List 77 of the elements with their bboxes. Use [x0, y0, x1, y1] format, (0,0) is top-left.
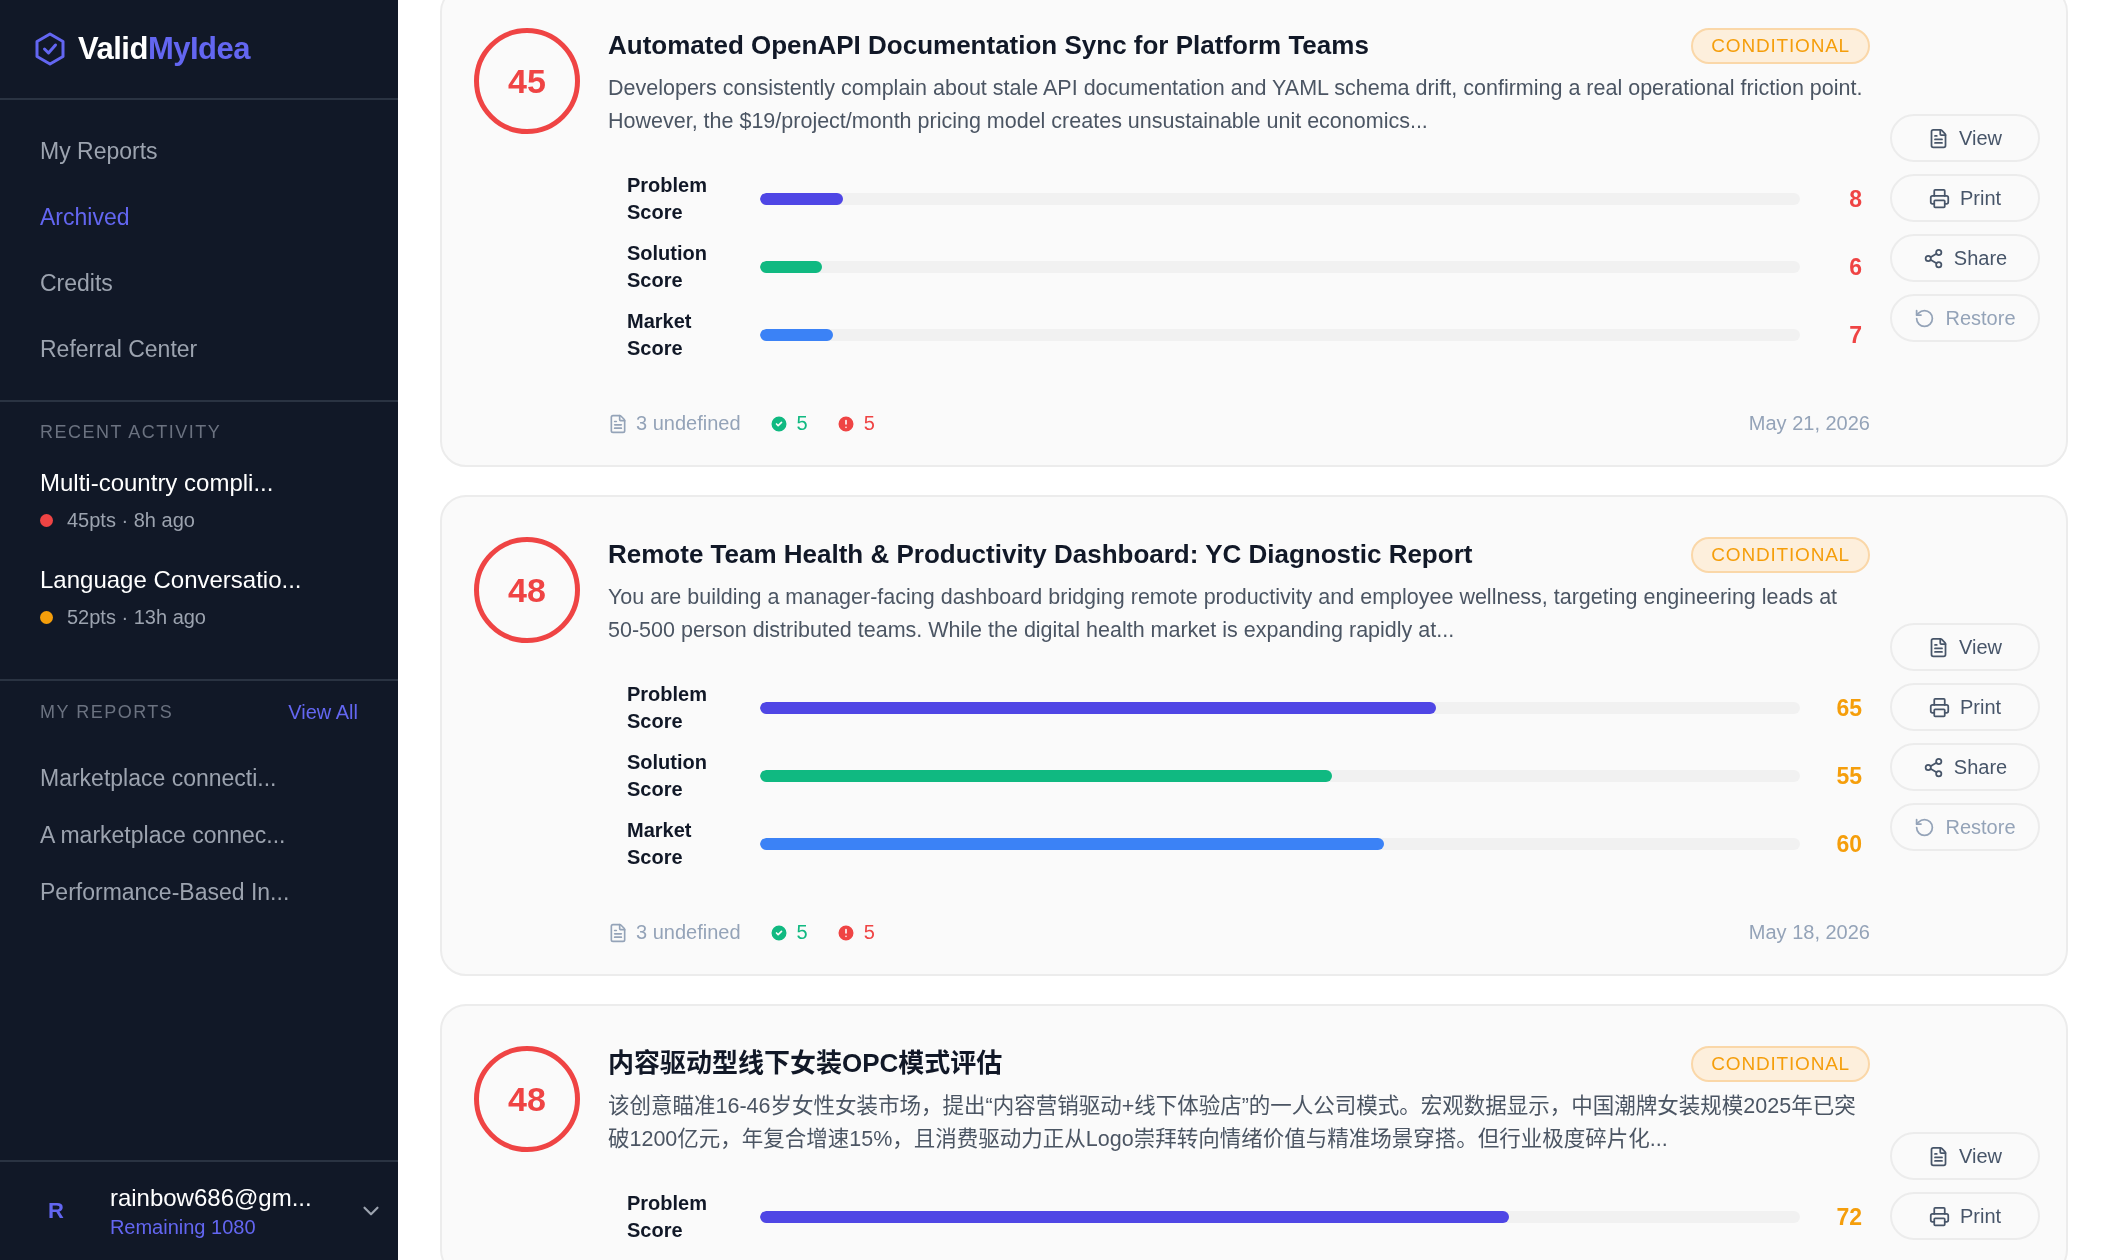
printer-icon [1928, 187, 1950, 209]
report-title[interactable]: Automated OpenAPI Documentation Sync for Platform Teams [608, 28, 1369, 62]
nav-item[interactable]: Credits [0, 250, 398, 316]
activity-meta: 45pts · 8h ago [67, 509, 195, 532]
verdict-badge: CONDITIONAL [1691, 28, 1870, 64]
metric-label: Problem Score [627, 682, 709, 734]
nav-item[interactable]: Archived [0, 184, 398, 250]
alert-circle-icon [835, 922, 856, 943]
report-link[interactable]: Performance-Based In... [40, 864, 358, 921]
score-ring: 48 [474, 537, 580, 643]
report-summary: Developers consistently complain about stale API documentation and YAML schema drift, confirming a real operational friction point. However, the $19/project/month pricing model creates unsustainable unit economics... [608, 75, 1864, 135]
credits-remaining: Remaining 1080 [109, 1215, 257, 1239]
alert-circle-icon [835, 413, 856, 434]
document-icon [608, 922, 628, 943]
issue-count: 5 [863, 412, 875, 435]
user-initial: R [48, 1198, 64, 1224]
print-button[interactable]: Print [1890, 1192, 2040, 1240]
check-circle-icon [768, 413, 789, 434]
activity-meta: 52pts · 13h ago [67, 606, 206, 629]
metric-value: 8 [1848, 185, 1863, 213]
document-icon [1928, 127, 1949, 149]
report-date: May 21, 2026 [1748, 412, 1870, 435]
metric-value: 65 [1835, 694, 1863, 722]
report-title[interactable]: Remote Team Health & Productivity Dashboard: YC Diagnostic Report [608, 537, 1473, 571]
user-email: rainbow686@gm... [109, 1183, 312, 1212]
share-button[interactable]: Share [1890, 743, 2040, 791]
metric-value: 60 [1835, 830, 1863, 858]
activity-title[interactable]: Multi-country compli... [40, 469, 358, 497]
nav-item[interactable]: Referral Center [0, 316, 398, 382]
issue-count: 5 [863, 921, 875, 944]
print-button[interactable]: Print [1890, 174, 2040, 222]
metric-label: Market Score [627, 309, 693, 361]
logo-icon [34, 32, 66, 66]
passed-count: 5 [796, 921, 808, 944]
view-button[interactable]: View [1890, 1132, 2040, 1180]
share-icon [1922, 756, 1944, 778]
report-link[interactable]: A marketplace connec... [40, 807, 358, 864]
metric-label: Solution Score [627, 241, 708, 293]
view-button[interactable]: View [1890, 114, 2040, 162]
verdict-badge: CONDITIONAL [1691, 1046, 1870, 1082]
view-button[interactable]: View [1890, 623, 2040, 671]
report-summary: You are building a manager-facing dashboard bridging remote productivity and employee wellness, targeting engineering leads at 50-500 person distributed teams. While the digital health market is expanding rapidly at... [608, 584, 1839, 644]
check-circle-icon [768, 922, 789, 943]
passed-count: 5 [796, 412, 808, 435]
share-icon [1922, 247, 1944, 269]
score-ring: 45 [474, 28, 580, 134]
view-all-link[interactable]: View All [288, 701, 358, 724]
report-link[interactable]: Marketplace connecti... [40, 750, 358, 807]
metric-value: 72 [1835, 1203, 1863, 1231]
report-title[interactable]: 内容驱动型线下女装OPC模式评估 [608, 1046, 1003, 1080]
document-icon [1928, 1145, 1949, 1167]
metric-label: Problem Score [627, 173, 709, 225]
metric-label: Market Score [627, 818, 693, 870]
activity-title[interactable]: Language Conversatio... [40, 566, 358, 594]
app-logo[interactable]: ValidMyIdea [78, 31, 250, 67]
nav-item[interactable]: My Reports [0, 118, 398, 184]
print-button[interactable]: Print [1890, 683, 2040, 731]
printer-icon [1928, 1205, 1950, 1227]
section-heading: RECENT ACTIVITY [40, 422, 222, 443]
document-count: 3 undefined [636, 921, 741, 944]
metric-value: 7 [1848, 321, 1863, 349]
restore-icon [1914, 307, 1936, 329]
report-summary: 该创意瞄准16-46岁女性女装市场，提出“内容营销驱动+线下体验店”的一人公司模式。宏观数据显示，中国潮牌女装规模2025年已突破1200亿元，年复合增速15%，且消费驱动力正从Logo崇拜转向情绪价值与精准场景穿搭。但行业极度碎片化... [608, 1093, 1857, 1153]
metric-value: 55 [1835, 762, 1863, 790]
metric-label: Solution Score [627, 750, 708, 802]
metric-value: 6 [1848, 253, 1863, 281]
document-icon [1928, 636, 1949, 658]
document-count: 3 undefined [636, 412, 741, 435]
printer-icon [1928, 696, 1950, 718]
restore-icon [1914, 816, 1936, 838]
metric-label: Problem Score [627, 1191, 709, 1243]
share-button[interactable]: Share [1890, 234, 2040, 282]
score-ring: 48 [474, 1046, 580, 1152]
report-date: May 18, 2026 [1748, 921, 1870, 944]
verdict-badge: CONDITIONAL [1691, 537, 1870, 573]
section-heading: MY REPORTS [40, 702, 174, 723]
document-icon [608, 413, 628, 434]
